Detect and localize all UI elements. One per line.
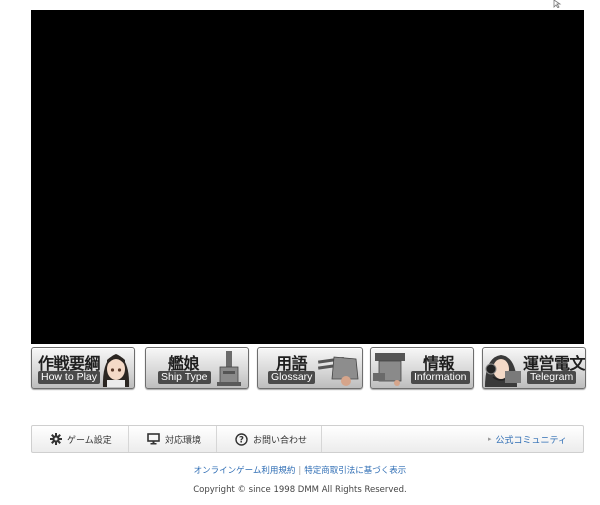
question-circle-icon: ? bbox=[235, 432, 248, 446]
banner-en-label: Information bbox=[411, 371, 470, 384]
glossary-banner[interactable]: 用語 Glossary bbox=[257, 347, 363, 389]
contact-label: お問い合わせ bbox=[253, 435, 308, 446]
game-banner-row: 作戦要綱 How to Play 艦娘 Ship Type 用語 Glossar… bbox=[31, 347, 586, 389]
community-label: 公式コミュニティ bbox=[495, 435, 567, 446]
banner-en-label: Telegram bbox=[527, 371, 577, 384]
information-banner[interactable]: 情報 Information bbox=[370, 347, 474, 389]
telegram-banner[interactable]: 運営電文 Telegram bbox=[482, 347, 586, 389]
environment-button[interactable]: 対応環境 bbox=[129, 426, 217, 452]
environment-label: 対応環境 bbox=[165, 435, 202, 446]
game-settings-label: ゲーム設定 bbox=[67, 435, 112, 446]
game-canvas[interactable] bbox=[31, 10, 584, 344]
footer-separator: | bbox=[298, 466, 302, 476]
girl-portrait-icon bbox=[102, 354, 130, 387]
ship-gun-icon bbox=[217, 351, 241, 386]
headset-girl-icon bbox=[485, 355, 521, 387]
commerce-law-link[interactable]: 特定商取引法に基づく表示 bbox=[304, 466, 406, 476]
banner-en-label: Glossary bbox=[268, 371, 316, 384]
copyright-text: Copyright © since 1998 DMM All Rights Re… bbox=[193, 485, 407, 495]
how-to-play-banner[interactable]: 作戦要綱 How to Play bbox=[31, 347, 135, 389]
ship-type-banner[interactable]: 艦娘 Ship Type bbox=[145, 347, 249, 389]
contact-button[interactable]: ? お問い合わせ bbox=[217, 426, 322, 452]
mouse-cursor-icon bbox=[553, 0, 562, 8]
arrow-right-icon: ▸ bbox=[488, 435, 492, 443]
gear-icon bbox=[50, 433, 62, 445]
footer-links: オンラインゲーム利用規約 | 特定商取引法に基づく表示 bbox=[0, 464, 600, 476]
banner-en-label: Ship Type bbox=[158, 371, 211, 384]
official-community-link[interactable]: ▸ 公式コミュニティ bbox=[488, 426, 567, 452]
svg-text:?: ? bbox=[239, 435, 244, 445]
game-toolbar: ゲーム設定 対応環境 ? お問い合わせ ▸ 公式コミュニティ bbox=[31, 425, 584, 453]
terms-link[interactable]: オンラインゲーム利用規約 bbox=[194, 466, 296, 476]
rigging-icon bbox=[373, 353, 405, 386]
banner-en-label: How to Play bbox=[38, 371, 101, 384]
game-settings-button[interactable]: ゲーム設定 bbox=[32, 426, 129, 452]
monitor-icon bbox=[147, 433, 160, 445]
cannon-icon bbox=[317, 356, 359, 386]
